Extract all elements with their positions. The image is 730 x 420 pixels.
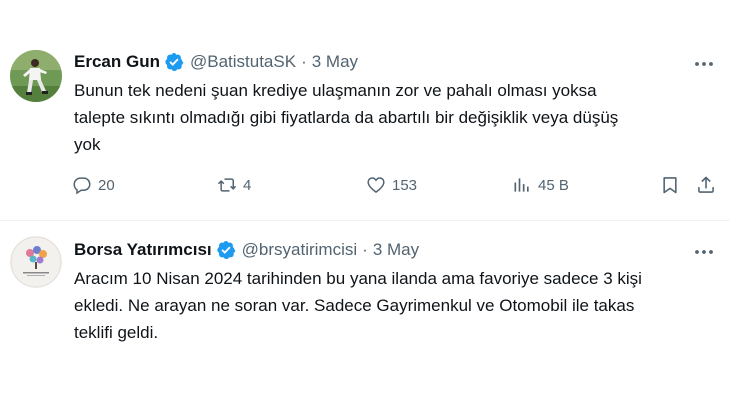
tweet-date[interactable]: 3 May bbox=[312, 52, 358, 72]
avatar-photo bbox=[10, 50, 62, 102]
views-count: 45 B bbox=[538, 176, 569, 194]
avatar-logo bbox=[10, 236, 62, 288]
like-count: 153 bbox=[392, 176, 418, 194]
like-button[interactable]: 153 bbox=[366, 171, 417, 199]
verified-badge-icon bbox=[216, 240, 236, 260]
tweet-header: Borsa Yatırımcısı @brsyatirimcisi · 3 Ma… bbox=[74, 238, 419, 262]
author-handle[interactable]: @BatistutaSK bbox=[190, 52, 296, 72]
tweet-header: Ercan Gun @BatistutaSK · 3 May bbox=[74, 50, 358, 74]
tweet-actions: 20 4 153 45 B bbox=[72, 171, 722, 199]
tweet-1[interactable]: Ercan Gun @BatistutaSK · 3 May Bunun tek… bbox=[0, 0, 730, 220]
views-icon bbox=[514, 178, 529, 192]
share-button[interactable] bbox=[696, 171, 716, 199]
verified-badge-icon bbox=[164, 52, 184, 72]
tweet-text: Aracım 10 Nisan 2024 tarihinden bu yana … bbox=[74, 269, 642, 342]
more-icon[interactable] bbox=[692, 240, 716, 264]
repost-icon bbox=[217, 178, 237, 192]
bookmark-button[interactable] bbox=[660, 171, 680, 199]
repost-count: 4 bbox=[243, 176, 252, 194]
tweet-date[interactable]: 3 May bbox=[373, 240, 419, 260]
author-name[interactable]: Borsa Yatırımcısı bbox=[74, 240, 212, 260]
like-icon bbox=[367, 177, 385, 194]
separator-dot: · bbox=[301, 52, 307, 71]
author-name[interactable]: Ercan Gun bbox=[74, 52, 160, 72]
tweet-text: Bunun tek nedeni şuan krediye ulaşmanın … bbox=[74, 81, 619, 154]
reply-count: 20 bbox=[98, 176, 115, 194]
avatar[interactable] bbox=[10, 236, 62, 288]
avatar[interactable] bbox=[10, 50, 62, 102]
views-button[interactable]: 45 B bbox=[512, 171, 569, 199]
share-icon bbox=[698, 176, 714, 193]
tweet-2[interactable]: Borsa Yatırımcısı @brsyatirimcisi · 3 Ma… bbox=[0, 221, 730, 420]
separator-dot: · bbox=[362, 240, 368, 259]
reply-button[interactable]: 20 bbox=[72, 171, 115, 199]
reply-icon bbox=[73, 177, 91, 195]
repost-button[interactable]: 4 bbox=[217, 171, 251, 199]
author-handle[interactable]: @brsyatirimcisi bbox=[242, 240, 357, 260]
more-icon[interactable] bbox=[692, 52, 716, 76]
bookmark-icon bbox=[663, 177, 677, 194]
